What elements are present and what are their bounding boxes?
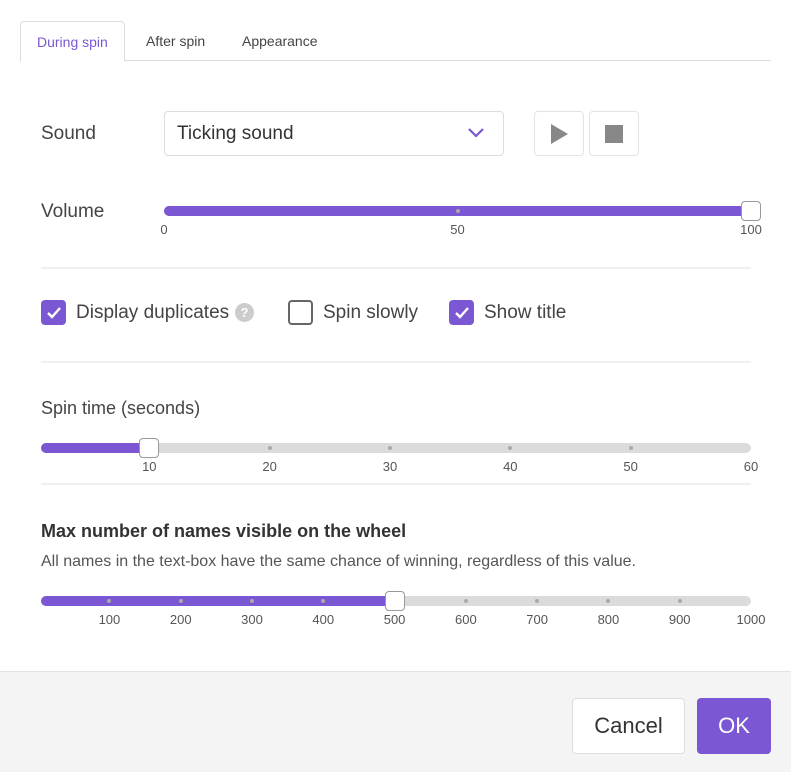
checkbox-unchecked[interactable] bbox=[288, 300, 313, 325]
tab-during-spin[interactable]: During spin bbox=[20, 21, 125, 62]
slider-tick-label: 100 bbox=[98, 612, 121, 627]
slider-fill bbox=[41, 443, 150, 453]
max-names-slider[interactable]: 100 200 300 400 500 600 700 800 900 1000 bbox=[41, 591, 765, 627]
slider-tick-dot bbox=[178, 599, 183, 603]
slider-tick-label: 600 bbox=[455, 612, 477, 627]
slider-tick-dot bbox=[463, 599, 468, 603]
sound-label: Sound bbox=[41, 123, 96, 144]
divider bbox=[41, 483, 751, 485]
dialog-footer: Cancel OK bbox=[0, 671, 791, 772]
check-icon bbox=[454, 306, 469, 319]
slider-tick-label: 10 bbox=[142, 459, 157, 474]
slider-tick-label: 50 bbox=[623, 459, 638, 474]
slider-tick-dot bbox=[250, 599, 254, 603]
checkbox-checked[interactable] bbox=[41, 300, 66, 325]
divider bbox=[41, 361, 751, 363]
slider-tick-label: 1000 bbox=[736, 612, 766, 627]
slider-thumb[interactable] bbox=[139, 438, 160, 458]
slider-tick-dot bbox=[628, 446, 633, 450]
tab-after-spin[interactable]: After spin bbox=[130, 21, 221, 61]
tab-appearance[interactable]: Appearance bbox=[226, 21, 334, 61]
spin-time-slider[interactable]: 10 20 30 40 50 60 bbox=[41, 438, 758, 474]
slider-tick-dot bbox=[387, 446, 392, 450]
max-names-description: All names in the text-box have the same … bbox=[41, 553, 636, 570]
max-names-title: Max number of names visible on the wheel bbox=[41, 521, 407, 541]
check-icon bbox=[46, 306, 61, 319]
show-title-label: Show title bbox=[484, 301, 567, 323]
slider-tick-label: 40 bbox=[503, 459, 518, 474]
slider-tick-dot bbox=[535, 599, 540, 603]
spin-slowly-checkbox[interactable]: Spin slowly bbox=[288, 300, 418, 325]
tab-bar: During spin After spin Appearance bbox=[20, 21, 771, 62]
slider-tick-label: 800 bbox=[597, 612, 620, 627]
spin-time-label: Spin time (seconds) bbox=[41, 398, 201, 418]
slider-tick-label: 60 bbox=[743, 459, 759, 474]
slider-tick-label: 30 bbox=[382, 459, 398, 474]
cancel-button[interactable]: Cancel bbox=[572, 698, 685, 754]
slider-tick-label: 300 bbox=[241, 612, 263, 627]
chevron-down-icon bbox=[468, 128, 484, 138]
slider-thumb[interactable] bbox=[384, 591, 405, 611]
slider-tick-label: 700 bbox=[526, 612, 548, 627]
show-title-checkbox[interactable]: Show title bbox=[449, 300, 566, 325]
slider-tick-dot bbox=[606, 599, 611, 603]
sound-select-value: Ticking sound bbox=[177, 123, 294, 144]
ok-button[interactable]: OK bbox=[697, 698, 771, 754]
svg-text:?: ? bbox=[241, 305, 249, 320]
slider-tick-label: 20 bbox=[262, 459, 277, 474]
play-icon bbox=[551, 123, 568, 144]
stop-icon bbox=[605, 124, 623, 143]
slider-tick-label: 400 bbox=[312, 612, 335, 627]
display-duplicates-checkbox[interactable]: Display duplicates ? bbox=[41, 300, 255, 325]
slider-tick-label: 500 bbox=[383, 612, 406, 627]
slider-tick-dot bbox=[267, 446, 272, 450]
slider-tick-dot bbox=[677, 599, 682, 603]
slider-fill bbox=[41, 596, 395, 606]
display-duplicates-label: Display duplicates bbox=[76, 301, 230, 323]
slider-tick-dot bbox=[455, 209, 460, 213]
volume-slider[interactable]: 0 50 100 bbox=[160, 201, 762, 237]
divider bbox=[41, 267, 751, 269]
slider-tick-label: 100 bbox=[740, 222, 762, 237]
question-circle-icon[interactable]: ? bbox=[235, 303, 255, 322]
sound-select[interactable]: Ticking sound bbox=[164, 111, 504, 156]
slider-thumb[interactable] bbox=[741, 201, 761, 221]
slider-tick-label: 50 bbox=[450, 222, 465, 237]
volume-label: Volume bbox=[41, 201, 105, 222]
spin-slowly-label: Spin slowly bbox=[323, 301, 419, 323]
checkbox-checked[interactable] bbox=[449, 300, 474, 325]
stop-button[interactable] bbox=[589, 111, 639, 156]
slider-tick-dot bbox=[508, 446, 513, 450]
slider-tick-label: 0 bbox=[160, 222, 168, 237]
slider-tick-label: 900 bbox=[668, 612, 691, 627]
slider-tick-label: 200 bbox=[169, 612, 192, 627]
play-button[interactable] bbox=[534, 111, 584, 156]
